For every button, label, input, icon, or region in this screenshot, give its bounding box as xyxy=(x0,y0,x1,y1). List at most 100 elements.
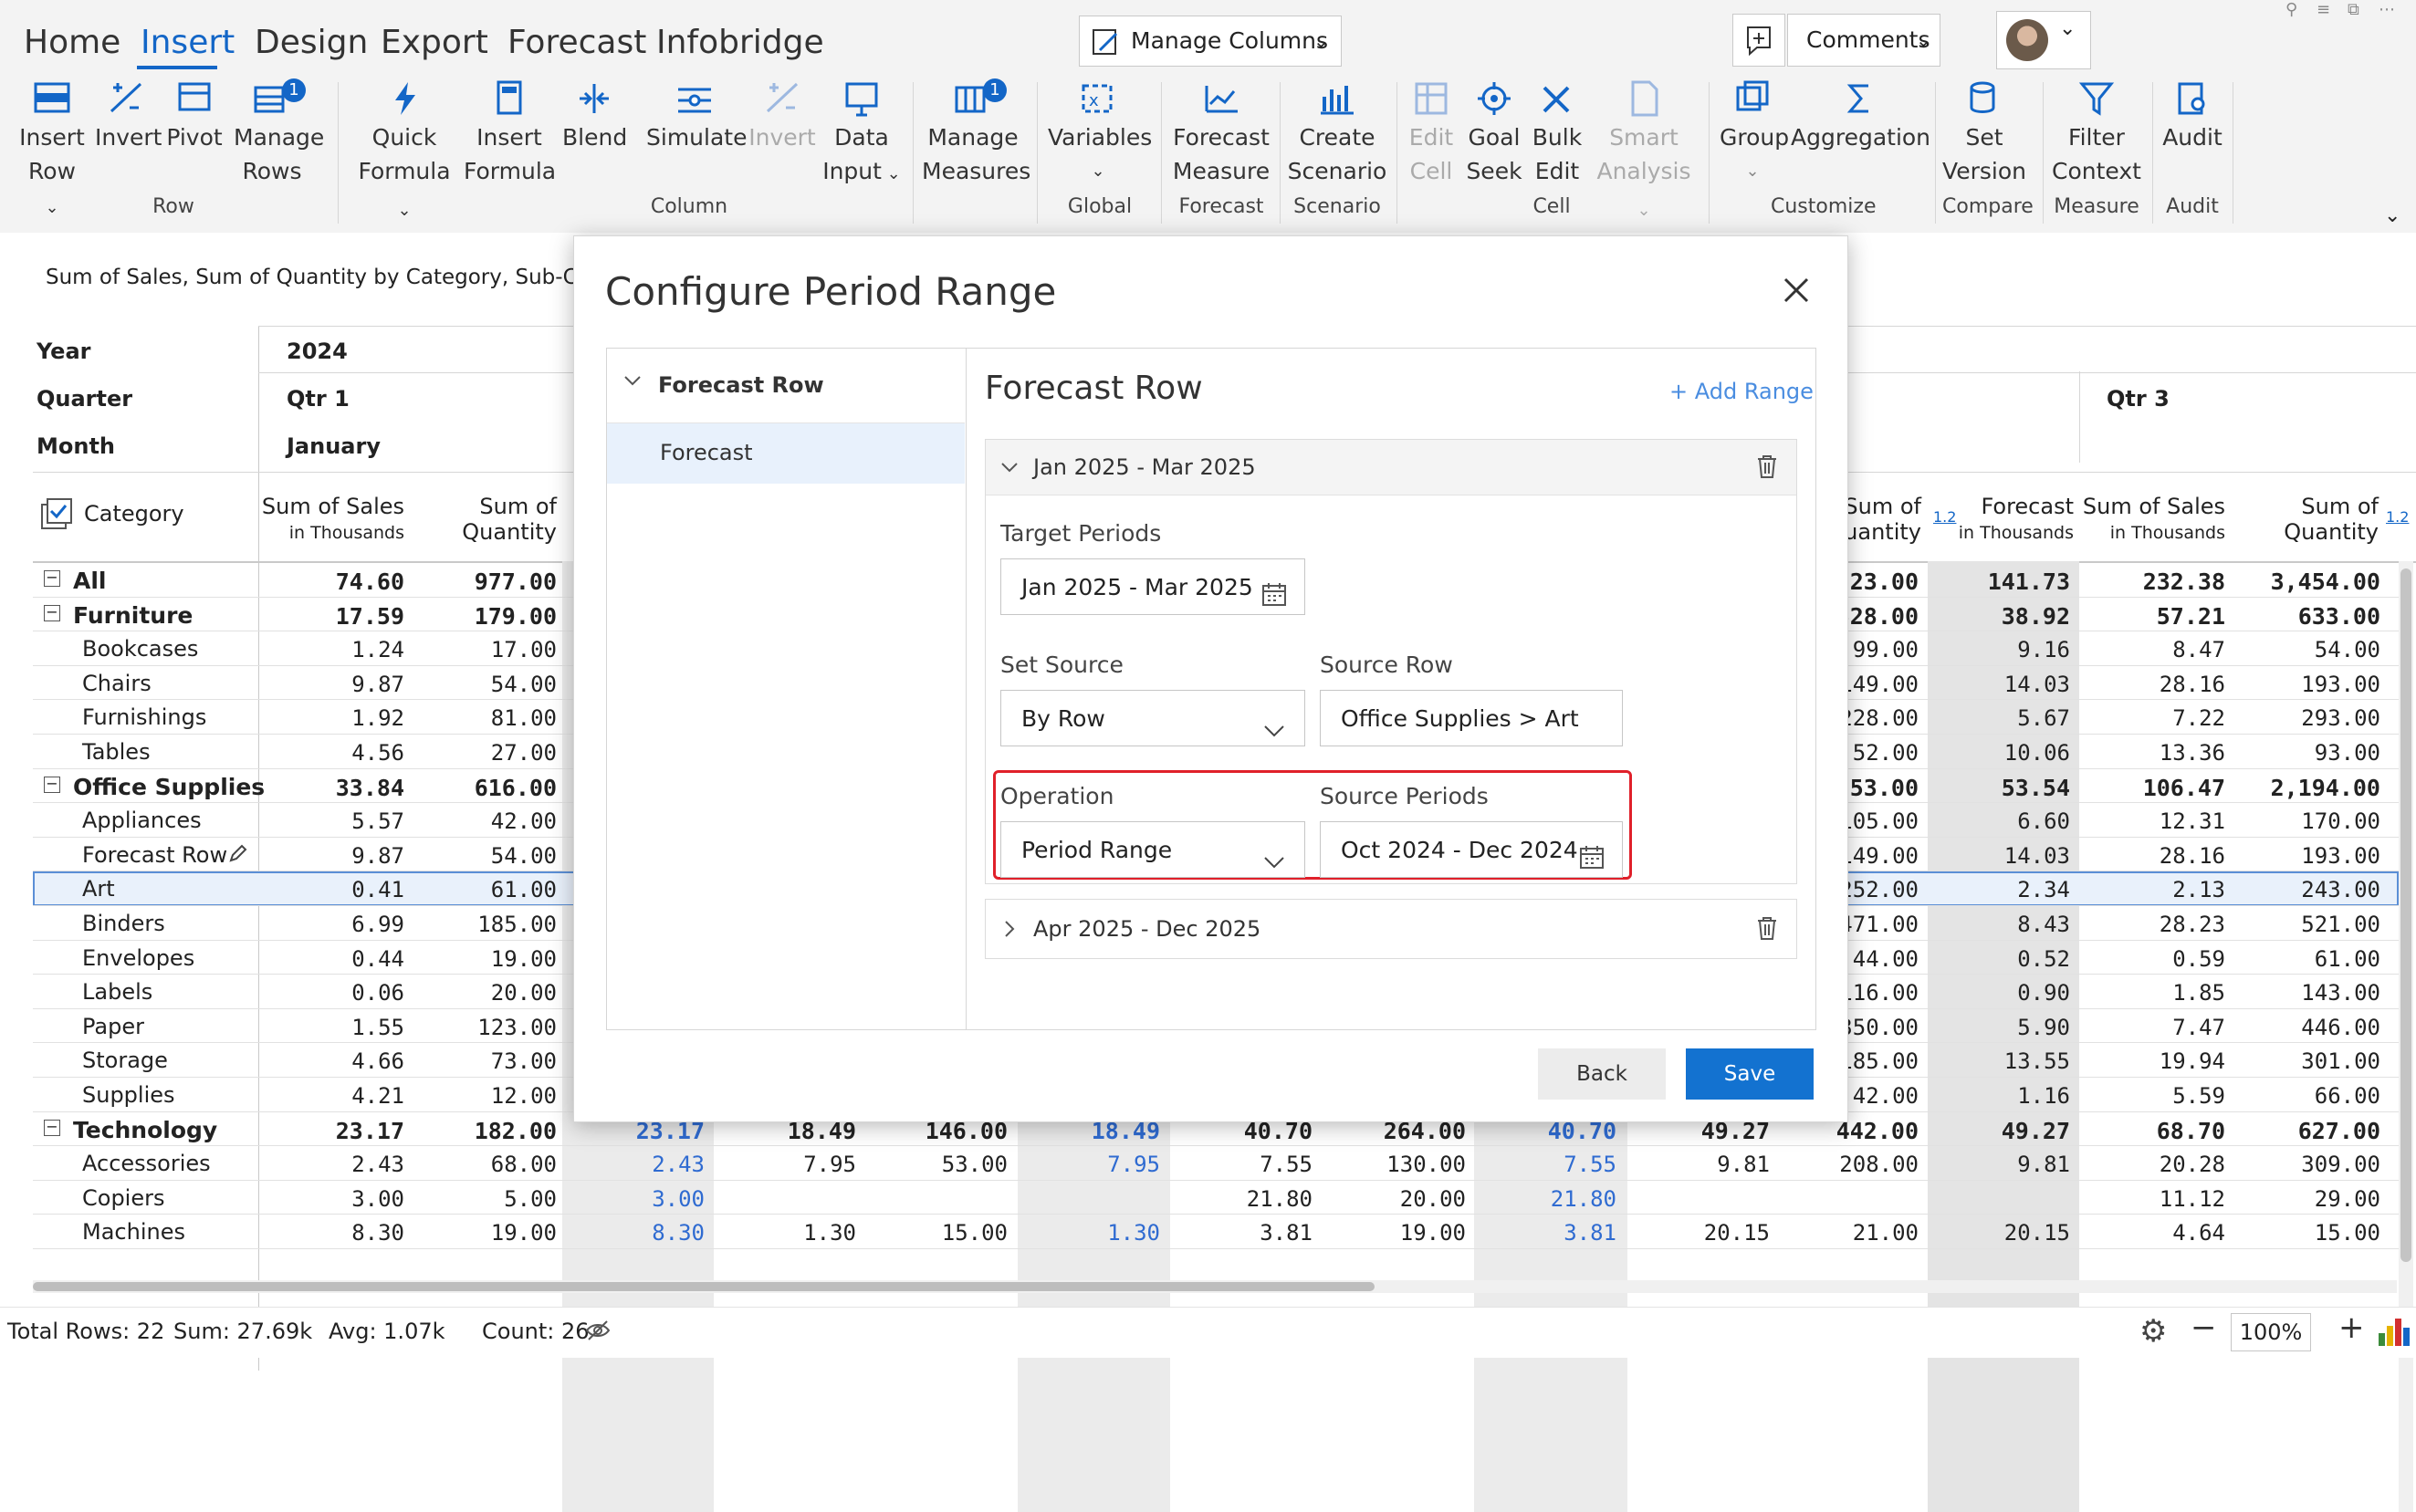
create-scenario-button[interactable]: Create Scenario xyxy=(1287,78,1387,188)
table-cell[interactable]: 3,454.00 xyxy=(2234,568,2380,595)
table-cell[interactable]: 1.24 xyxy=(258,637,404,662)
vertical-scrollbar[interactable] xyxy=(2399,561,2413,1512)
pencil-icon[interactable] xyxy=(228,843,248,867)
table-cell[interactable]: 3.00 xyxy=(258,1186,404,1212)
table-cell[interactable]: 19.00 xyxy=(1323,1220,1466,1246)
table-cell[interactable]: 2.34 xyxy=(1928,877,2070,902)
table-cell[interactable]: 1.55 xyxy=(258,1015,404,1040)
table-cell[interactable]: 2.13 xyxy=(2079,877,2225,902)
table-cell[interactable]: 12.00 xyxy=(411,1083,557,1109)
save-button[interactable]: Save xyxy=(1686,1048,1814,1100)
table-cell[interactable]: 243.00 xyxy=(2234,877,2380,902)
table-cell[interactable]: 11.12 xyxy=(2079,1186,2225,1212)
pivot-button[interactable]: Pivot xyxy=(164,78,225,154)
table-cell[interactable]: 123.00 xyxy=(411,1015,557,1040)
table-cell[interactable]: 193.00 xyxy=(2234,843,2380,869)
table-cell[interactable]: 53.54 xyxy=(1928,775,2070,801)
tree-item-forecast[interactable]: Forecast xyxy=(607,423,965,484)
chevron-down-icon[interactable] xyxy=(999,456,1020,482)
forecast-measure-button[interactable]: Forecast Measure xyxy=(1170,78,1272,188)
gear-icon[interactable]: ⚙ xyxy=(2139,1313,2167,1350)
add-comment-icon[interactable] xyxy=(1732,14,1785,67)
table-cell[interactable]: 20.00 xyxy=(411,980,557,1006)
table-cell[interactable]: 9.81 xyxy=(1627,1152,1770,1177)
table-cell[interactable]: 6.99 xyxy=(258,912,404,937)
table-cell[interactable]: 7.95 xyxy=(714,1152,856,1177)
table-cell[interactable]: 179.00 xyxy=(411,603,557,630)
table-cell[interactable]: 57.21 xyxy=(2079,603,2225,630)
chevron-right-icon[interactable] xyxy=(999,918,1020,944)
table-cell[interactable]: 14.03 xyxy=(1928,843,2070,869)
table-cell[interactable]: 1.16 xyxy=(1928,1083,2070,1109)
table-cell[interactable]: 13.36 xyxy=(2079,740,2225,766)
group-button[interactable]: Group ⌄ xyxy=(1720,78,1789,188)
table-cell[interactable]: 977.00 xyxy=(411,568,557,595)
table-cell[interactable]: 17.59 xyxy=(258,603,404,630)
table-cell[interactable]: 3.00 xyxy=(562,1186,705,1212)
table-cell[interactable]: 21.80 xyxy=(1474,1186,1616,1212)
table-cell[interactable]: 106.47 xyxy=(2079,775,2225,801)
table-cell[interactable]: 5.67 xyxy=(1928,705,2070,731)
quick-formula-button[interactable]: Quick Formula ⌄ xyxy=(350,78,458,227)
table-cell[interactable]: 21.00 xyxy=(1780,1220,1919,1246)
table-cell[interactable]: 521.00 xyxy=(2234,912,2380,937)
table-cell[interactable]: 54.00 xyxy=(411,672,557,697)
table-cell[interactable]: 17.00 xyxy=(411,637,557,662)
table-cell[interactable]: 0.59 xyxy=(2079,946,2225,972)
table-cell[interactable]: 54.00 xyxy=(411,843,557,869)
chevron-down-icon[interactable] xyxy=(622,370,643,395)
table-cell[interactable]: 53.00 xyxy=(865,1152,1008,1177)
table-cell[interactable]: 232.38 xyxy=(2079,568,2225,595)
table-cell[interactable]: 29.00 xyxy=(2234,1186,2380,1212)
table-cell[interactable]: 170.00 xyxy=(2234,808,2380,834)
horizontal-scrollbar-thumb[interactable] xyxy=(33,1282,1375,1291)
table-cell[interactable]: 185.00 xyxy=(411,912,557,937)
table-cell[interactable]: 0.44 xyxy=(258,946,404,972)
table-cell[interactable]: 9.87 xyxy=(258,843,404,869)
horizontal-scrollbar[interactable] xyxy=(33,1280,2397,1293)
table-cell[interactable]: 20.15 xyxy=(1627,1220,1770,1246)
set-source-dropdown[interactable]: By Row xyxy=(1000,690,1305,746)
table-cell[interactable]: 9.16 xyxy=(1928,637,2070,662)
table-cell[interactable]: 0.52 xyxy=(1928,946,2070,972)
filter-context-button[interactable]: Filter Context xyxy=(2050,78,2143,188)
table-cell[interactable]: 3.81 xyxy=(1474,1220,1616,1246)
table-cell[interactable]: 5.59 xyxy=(2079,1083,2225,1109)
collapse-toggle-icon[interactable]: − xyxy=(44,1119,60,1136)
tab-insert[interactable]: Insert xyxy=(141,24,235,61)
manage-columns-button[interactable]: Manage Columns ⌄ xyxy=(1079,16,1342,67)
bar-chart-icon[interactable] xyxy=(2377,1315,2411,1353)
table-cell[interactable]: 15.00 xyxy=(865,1220,1008,1246)
zoom-in-button[interactable]: + xyxy=(2338,1309,2365,1346)
back-button[interactable]: Back xyxy=(1538,1048,1666,1100)
table-cell[interactable]: 20.28 xyxy=(2079,1152,2225,1177)
table-cell[interactable]: 73.00 xyxy=(411,1048,557,1074)
table-cell[interactable]: 8.30 xyxy=(258,1220,404,1246)
table-cell[interactable]: 20.15 xyxy=(1928,1220,2070,1246)
table-cell[interactable]: 446.00 xyxy=(2234,1015,2380,1040)
table-cell[interactable]: 7.55 xyxy=(1474,1152,1616,1177)
table-cell[interactable]: 8.47 xyxy=(2079,637,2225,662)
invert-button[interactable]: Invert xyxy=(95,78,162,154)
col-header-sales[interactable]: Sum of Sales xyxy=(258,494,404,519)
table-cell[interactable]: 10.06 xyxy=(1928,740,2070,766)
table-cell[interactable]: 7.55 xyxy=(1170,1152,1313,1177)
table-cell[interactable]: 61.00 xyxy=(2234,946,2380,972)
table-cell[interactable]: 3.81 xyxy=(1170,1220,1313,1246)
table-cell[interactable]: 28.23 xyxy=(2079,912,2225,937)
simulate-button[interactable]: Simulate xyxy=(646,78,747,154)
zoom-out-button[interactable]: − xyxy=(2191,1309,2217,1346)
trash-icon[interactable] xyxy=(1754,914,1780,945)
range-card-2[interactable]: Apr 2025 - Dec 2025 xyxy=(985,899,1797,959)
decimal-format-icon[interactable]: 1.2 xyxy=(2386,508,2409,526)
table-cell[interactable]: 14.03 xyxy=(1928,672,2070,697)
insert-row-button[interactable]: Insert Row ⌄ xyxy=(18,78,86,224)
table-cell[interactable]: 19.94 xyxy=(2079,1048,2225,1074)
table-cell[interactable]: 13.55 xyxy=(1928,1048,2070,1074)
table-cell[interactable]: 49.27 xyxy=(1928,1118,2070,1144)
tab-infobridge[interactable]: Infobridge xyxy=(656,24,824,61)
zoom-level[interactable]: 100% xyxy=(2231,1313,2311,1351)
table-cell[interactable]: 208.00 xyxy=(1780,1152,1919,1177)
table-cell[interactable]: 182.00 xyxy=(411,1118,557,1144)
table-cell[interactable]: 42.00 xyxy=(411,808,557,834)
